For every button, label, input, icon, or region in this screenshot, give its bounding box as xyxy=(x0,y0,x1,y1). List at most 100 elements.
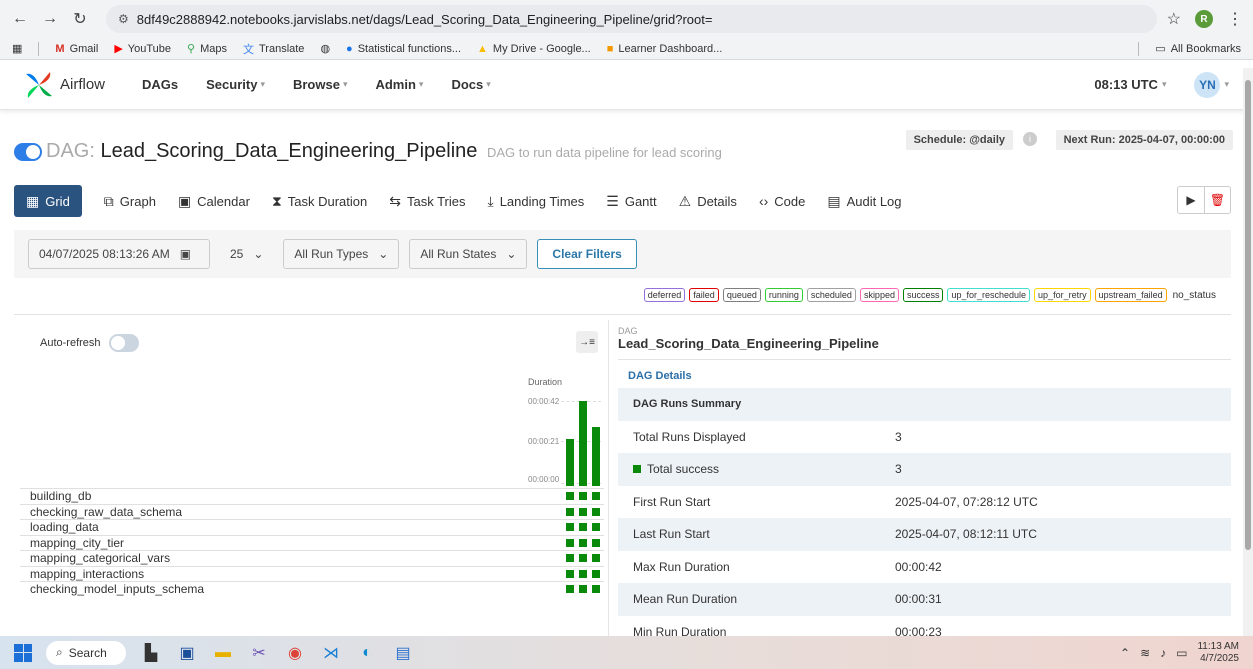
legend-chip-up-for-retry[interactable]: up_for_retry xyxy=(1034,288,1091,302)
reload-icon[interactable]: ↻ xyxy=(70,9,90,29)
task-instance-success[interactable] xyxy=(566,554,574,562)
tab-task-duration[interactable]: ⧗ Task Duration xyxy=(272,185,367,217)
task-row[interactable]: mapping_interactions xyxy=(20,565,604,582)
task-instance-success[interactable] xyxy=(592,585,600,593)
legend-chip-upstream-failed[interactable]: upstream_failed xyxy=(1094,288,1167,302)
task-row[interactable]: mapping_city_tier xyxy=(20,534,604,551)
taskbar-clock[interactable]: 11:13 AM 4/7/2025 xyxy=(1197,641,1239,665)
task-instance-success[interactable] xyxy=(566,492,574,500)
bookmark-translate[interactable]: 文 Translate xyxy=(243,41,304,57)
scrollbar-thumb[interactable] xyxy=(1245,80,1251,550)
tab-landing-times[interactable]: ⤓ Landing Times xyxy=(488,185,585,217)
tab-gantt[interactable]: ☰ Gantt xyxy=(606,185,656,217)
taskbar-search[interactable]: ⌕ Search xyxy=(46,640,126,665)
task-instance-success[interactable] xyxy=(592,569,600,578)
num-runs-select[interactable]: 25 ⌄ xyxy=(220,239,274,269)
tab-audit-log[interactable]: ▤ Audit Log xyxy=(827,185,901,217)
chevron-up-icon[interactable]: ⌃ xyxy=(1120,646,1130,660)
bookmark-youtube[interactable]: ▶ YouTube xyxy=(114,42,171,56)
task-instance-success[interactable] xyxy=(579,523,587,531)
airflow-logo[interactable]: Airflow xyxy=(24,70,114,100)
menu-browse[interactable]: Browse ▾ xyxy=(293,77,348,92)
run-duration-bar[interactable] xyxy=(579,401,587,486)
notepad-icon[interactable]: ▤ xyxy=(392,642,414,664)
task-instance-success[interactable] xyxy=(579,585,587,593)
tab-grid[interactable]: ▦ Grid xyxy=(14,185,82,217)
base-date-input[interactable]: 04/07/2025 08:13:26 AM ▣ xyxy=(28,239,210,269)
task-instance-success[interactable] xyxy=(579,538,587,547)
page-scrollbar[interactable] xyxy=(1243,68,1253,636)
task-instance-success[interactable] xyxy=(566,523,574,531)
run-duration-bar[interactable] xyxy=(592,427,600,486)
bookmark-gmail[interactable]: M Gmail xyxy=(55,43,98,55)
task-instance-success[interactable] xyxy=(579,569,587,578)
legend-chip-success[interactable]: success xyxy=(902,288,944,302)
task-instance-success[interactable] xyxy=(579,507,587,516)
task-row[interactable]: checking_model_inputs_schema xyxy=(20,581,604,597)
run-states-select[interactable]: All Run States ⌄ xyxy=(409,239,528,269)
file-explorer-icon[interactable]: ▬ xyxy=(212,642,234,664)
legend-chip-running[interactable]: running xyxy=(764,288,803,302)
legend-chip-deferred[interactable]: deferred xyxy=(643,288,686,302)
run-duration-bar[interactable] xyxy=(566,439,574,486)
bookmark-maps[interactable]: ⚲ Maps xyxy=(187,42,227,56)
calendar-icon[interactable]: ▣ xyxy=(180,247,191,261)
address-bar[interactable]: ⚙ 8df49c2888942.notebooks.jarvislabs.net… xyxy=(106,5,1157,33)
tab-details[interactable]: ⚠ Details xyxy=(679,185,737,217)
dag-details-link[interactable]: DAG Details xyxy=(628,370,1231,382)
menu-docs[interactable]: Docs ▾ xyxy=(451,77,490,92)
task-instance-success[interactable] xyxy=(592,554,600,562)
legend-chip-failed[interactable]: failed xyxy=(689,288,719,302)
bookmark-star-icon[interactable]: ☆ xyxy=(1167,9,1181,29)
user-menu[interactable]: YN ▾ xyxy=(1194,71,1229,98)
task-instance-success[interactable] xyxy=(592,507,600,516)
battery-icon[interactable]: ▭ xyxy=(1176,646,1187,660)
task-row[interactable]: loading_data xyxy=(20,519,604,535)
task-row[interactable]: checking_raw_data_schema xyxy=(20,503,604,520)
windows-start-icon[interactable] xyxy=(14,643,32,662)
tab-graph[interactable]: ⧉ Graph xyxy=(104,185,156,217)
bookmark-globe[interactable]: ◍ xyxy=(320,42,330,55)
store-icon[interactable]: ▣ xyxy=(176,642,198,664)
auto-refresh-toggle[interactable] xyxy=(108,334,139,352)
apps-grid-icon[interactable]: ▦ xyxy=(12,42,22,55)
task-instance-success[interactable] xyxy=(592,523,600,531)
task-view-icon[interactable]: ▙ xyxy=(140,642,162,664)
info-icon[interactable]: i xyxy=(1023,132,1037,146)
task-instance-success[interactable] xyxy=(566,538,574,547)
menu-admin[interactable]: Admin ▾ xyxy=(375,77,423,92)
task-instance-success[interactable] xyxy=(566,569,574,578)
task-instance-success[interactable] xyxy=(592,538,600,547)
back-icon[interactable]: ← xyxy=(10,9,30,29)
clear-filters-button[interactable]: Clear Filters xyxy=(537,239,637,269)
delete-dag-button[interactable]: 🗑 xyxy=(1204,187,1230,213)
task-instance-success[interactable] xyxy=(579,492,587,500)
vscode-icon[interactable]: ⋊ xyxy=(320,642,342,664)
collapse-details-button[interactable]: →≡ xyxy=(576,331,598,353)
timezone-clock[interactable]: 08:13 UTC ▾ xyxy=(1094,77,1166,92)
profile-avatar[interactable]: R xyxy=(1195,10,1213,28)
run-types-select[interactable]: All Run Types ⌄ xyxy=(283,239,400,269)
task-instance-success[interactable] xyxy=(579,554,587,562)
task-row[interactable]: building_db xyxy=(20,488,604,504)
tab-code[interactable]: ‹› Code xyxy=(759,185,805,217)
menu-dags[interactable]: DAGs xyxy=(142,77,178,92)
legend-chip-skipped[interactable]: skipped xyxy=(859,288,899,302)
legend-chip-scheduled[interactable]: scheduled xyxy=(806,288,856,302)
snipping-tool-icon[interactable]: ✂ xyxy=(248,642,270,664)
tab-calendar[interactable]: ▣ Calendar xyxy=(178,185,250,217)
chrome-icon[interactable]: ◉ xyxy=(284,642,306,664)
bookmark-drive[interactable]: ▲ My Drive - Google... xyxy=(477,43,591,55)
wifi-icon[interactable]: ≋ xyxy=(1140,646,1150,660)
edge-icon[interactable]: ◐ xyxy=(356,642,378,664)
all-bookmarks[interactable]: ▭ All Bookmarks xyxy=(1155,42,1241,56)
site-info-icon[interactable]: ⚙ xyxy=(118,12,129,26)
task-instance-success[interactable] xyxy=(592,492,600,500)
forward-icon[interactable]: → xyxy=(40,9,60,29)
bookmark-statistical[interactable]: ● Statistical functions... xyxy=(346,43,461,55)
kebab-menu-icon[interactable]: ⋮ xyxy=(1227,9,1243,29)
speaker-icon[interactable]: ♪ xyxy=(1160,646,1166,660)
trigger-dag-button[interactable]: ▶ xyxy=(1178,187,1204,213)
task-instance-success[interactable] xyxy=(566,507,574,516)
bookmark-learner[interactable]: ■ Learner Dashboard... xyxy=(607,43,723,55)
